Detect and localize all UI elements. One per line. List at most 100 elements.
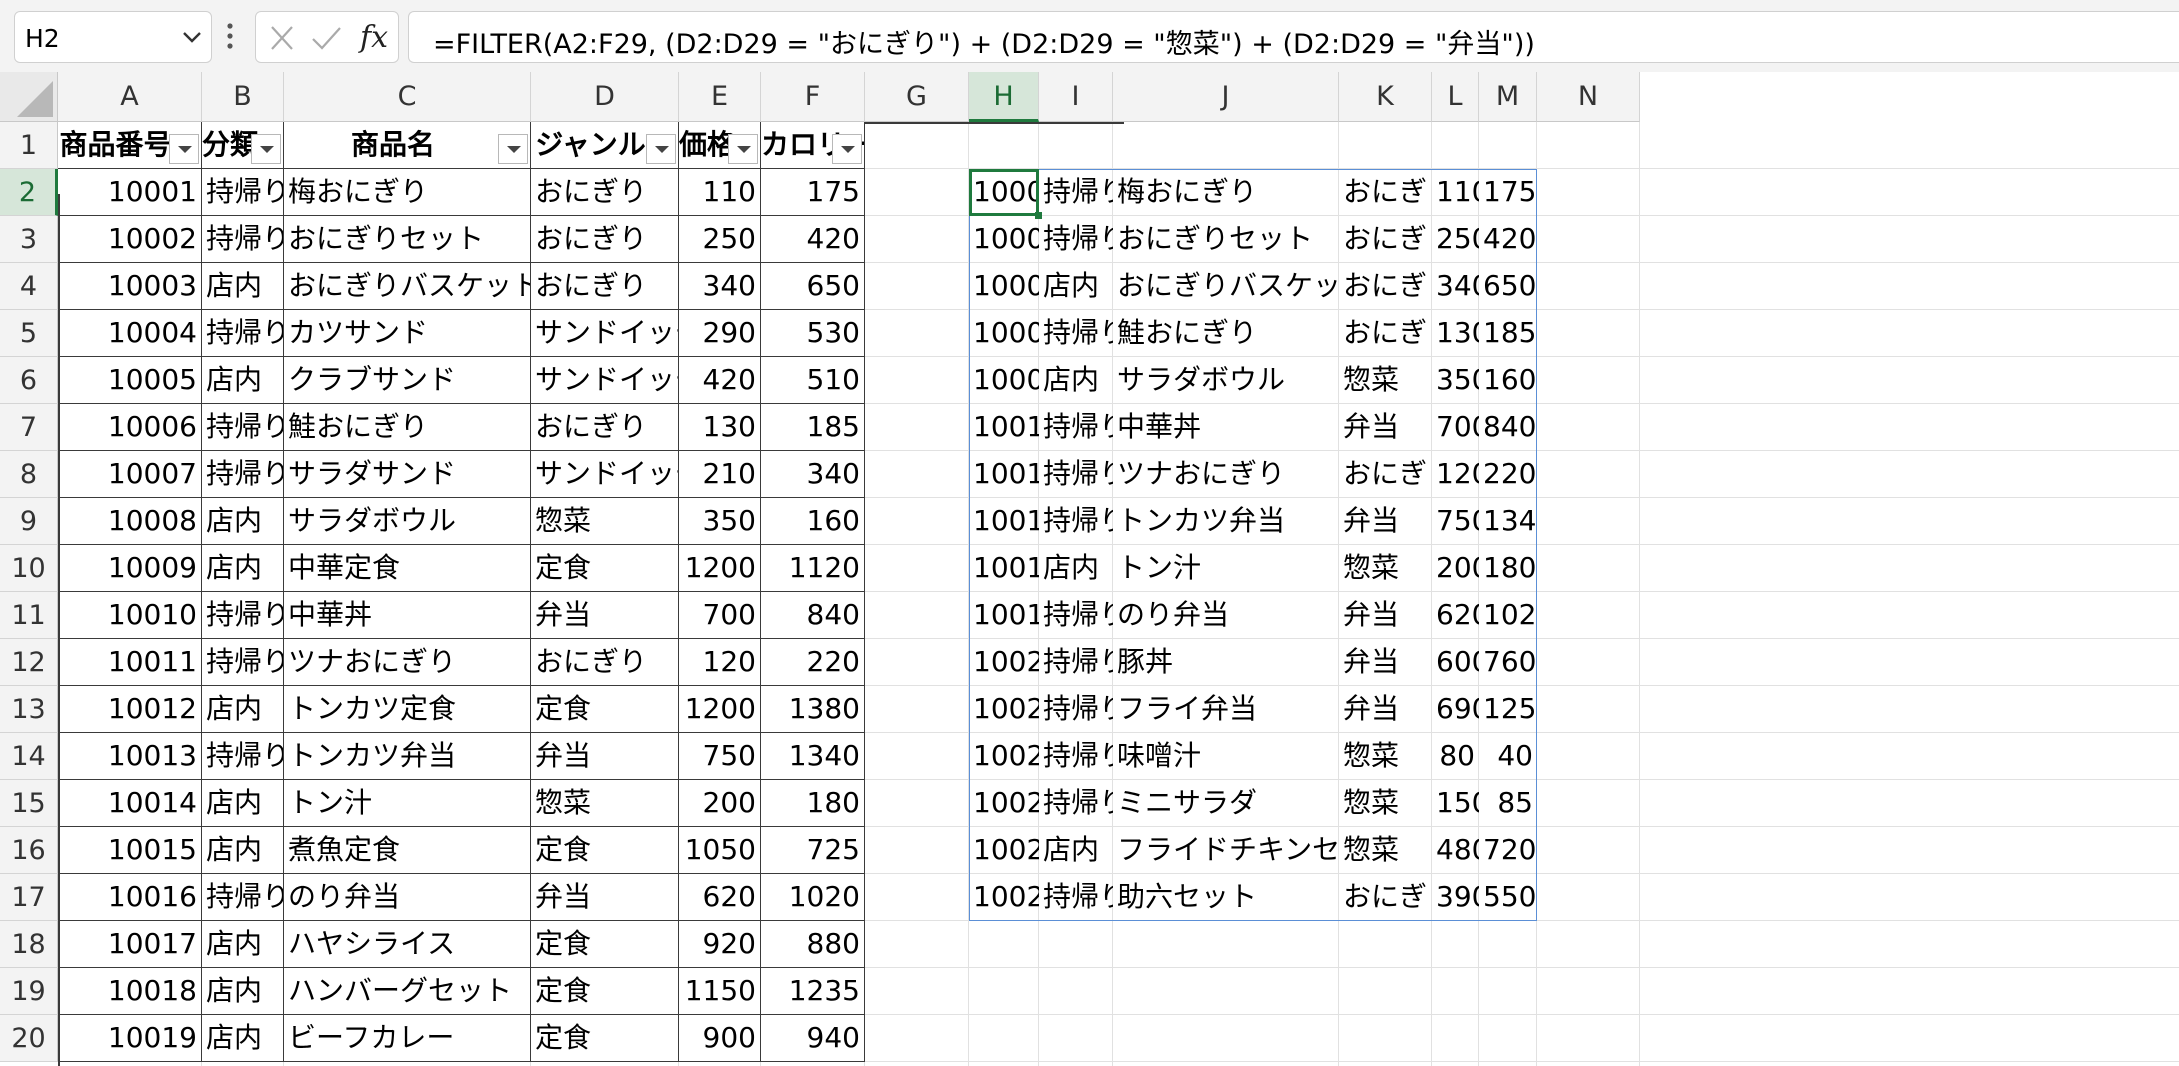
row-header-5[interactable]: 5 <box>0 310 58 357</box>
spill-cell[interactable]: おにぎり <box>1339 263 1432 310</box>
spill-cell[interactable]: 店内 <box>1039 357 1113 404</box>
table-cell[interactable]: ハンバーグセット <box>284 968 531 1015</box>
table-cell[interactable]: 10013 <box>58 733 202 780</box>
table-cell[interactable]: サンドイッチ <box>531 310 679 357</box>
more-vertical-icon[interactable] <box>225 20 235 52</box>
spill-cell[interactable]: 10014 <box>969 545 1039 592</box>
table-cell[interactable]: サンドイッチ <box>531 451 679 498</box>
name-box[interactable]: H2 <box>14 11 212 63</box>
spill-cell[interactable]: 10025 <box>969 780 1039 827</box>
spill-cell[interactable]: 185 <box>1479 310 1537 357</box>
table-cell[interactable]: 530 <box>761 310 865 357</box>
table-cell[interactable]: 持帰り <box>202 733 284 780</box>
table-cell[interactable]: 200 <box>679 780 761 827</box>
table-cell[interactable]: 惣菜 <box>531 780 679 827</box>
row-header-2[interactable]: 2 <box>0 169 58 216</box>
spill-cell[interactable]: 130 <box>1432 310 1479 357</box>
table-cell[interactable]: トン汁 <box>284 780 531 827</box>
table-cell[interactable]: ツナおにぎり <box>284 639 531 686</box>
table-cell[interactable]: 1200 <box>679 545 761 592</box>
spill-cell[interactable]: 110 <box>1432 169 1479 216</box>
table-cell[interactable]: 290 <box>679 310 761 357</box>
table-cell[interactable]: 弁当 <box>531 874 679 921</box>
table-cell[interactable]: 弁当 <box>531 592 679 639</box>
spill-cell[interactable]: 10006 <box>969 310 1039 357</box>
spill-cell[interactable]: 持帰り <box>1039 780 1113 827</box>
table-cell[interactable]: のり弁当 <box>284 874 531 921</box>
table-cell[interactable]: 620 <box>679 874 761 921</box>
spill-cell[interactable]: 持帰り <box>1039 310 1113 357</box>
spill-cell[interactable]: 鮭おにぎり <box>1113 310 1339 357</box>
row-header-16[interactable]: 16 <box>0 827 58 874</box>
table-cell[interactable]: 店内 <box>202 498 284 545</box>
table-cell[interactable]: おにぎり <box>531 639 679 686</box>
table-cell[interactable]: 350 <box>679 498 761 545</box>
spill-cell[interactable]: フライドチキンセット <box>1113 827 1339 874</box>
table-cell[interactable]: 定食 <box>531 827 679 874</box>
column-header-A[interactable]: A <box>58 72 202 122</box>
spill-cell[interactable]: 助六セット <box>1113 874 1339 921</box>
filter-dropdown-button[interactable] <box>498 134 528 164</box>
column-header-D[interactable]: D <box>531 72 679 122</box>
column-header-M[interactable]: M <box>1479 72 1537 122</box>
spill-cell[interactable]: 店内 <box>1039 263 1113 310</box>
spill-cell[interactable]: 720 <box>1479 827 1537 874</box>
spill-cell[interactable]: 味噌汁 <box>1113 733 1339 780</box>
table-cell[interactable]: 10016 <box>58 874 202 921</box>
table-cell[interactable]: 1340 <box>761 733 865 780</box>
check-icon[interactable] <box>310 24 342 52</box>
row-header-4[interactable]: 4 <box>0 263 58 310</box>
table-cell[interactable]: 880 <box>761 921 865 968</box>
spill-cell[interactable]: 600 <box>1432 639 1479 686</box>
spill-cell[interactable]: 豚丼 <box>1113 639 1339 686</box>
spill-cell[interactable]: おにぎり <box>1339 216 1432 263</box>
table-cell[interactable]: 10019 <box>58 1015 202 1062</box>
spill-cell[interactable]: 700 <box>1432 404 1479 451</box>
row-header-20[interactable]: 20 <box>0 1015 58 1062</box>
spill-cell[interactable]: 10002 <box>969 216 1039 263</box>
spill-cell[interactable]: 持帰り <box>1039 451 1113 498</box>
table-cell[interactable]: トンカツ弁当 <box>284 733 531 780</box>
table-cell[interactable]: 持帰り <box>202 639 284 686</box>
table-cell[interactable]: トンカツ定食 <box>284 686 531 733</box>
spill-cell[interactable]: 10021 <box>969 686 1039 733</box>
table-cell[interactable]: 10007 <box>58 451 202 498</box>
table-cell[interactable]: 1020 <box>761 874 865 921</box>
table-cell[interactable]: 中華定食 <box>284 545 531 592</box>
table-cell[interactable]: 持帰り <box>202 310 284 357</box>
spill-cell[interactable]: 120 <box>1432 451 1479 498</box>
table-cell[interactable]: 210 <box>679 451 761 498</box>
filter-dropdown-button[interactable] <box>728 134 758 164</box>
table-cell[interactable]: 持帰り <box>202 592 284 639</box>
table-cell[interactable]: 725 <box>761 827 865 874</box>
table-cell[interactable]: 鮭おにぎり <box>284 404 531 451</box>
spill-cell[interactable]: フライ弁当 <box>1113 686 1339 733</box>
table-cell[interactable]: 煮魚定食 <box>284 827 531 874</box>
table-cell[interactable]: おにぎりバスケット <box>284 263 531 310</box>
table-cell[interactable]: 店内 <box>202 921 284 968</box>
column-header-L[interactable]: L <box>1432 72 1479 122</box>
spill-cell[interactable]: 弁当 <box>1339 404 1432 451</box>
spill-cell[interactable]: 480 <box>1432 827 1479 874</box>
table-cell[interactable]: サンドイッチ <box>531 357 679 404</box>
column-header-B[interactable]: B <box>202 72 284 122</box>
table-cell[interactable]: 700 <box>679 592 761 639</box>
spill-cell[interactable]: 惣菜 <box>1339 780 1432 827</box>
table-cell[interactable]: 店内 <box>202 827 284 874</box>
spill-cell[interactable]: 250 <box>1432 216 1479 263</box>
table-cell[interactable]: 10014 <box>58 780 202 827</box>
spill-cell[interactable]: ミニサラダ <box>1113 780 1339 827</box>
table-cell[interactable]: 1050 <box>679 827 761 874</box>
spill-cell[interactable]: 10008 <box>969 357 1039 404</box>
spill-cell[interactable]: 1340 <box>1479 498 1537 545</box>
table-cell[interactable]: 惣菜 <box>531 498 679 545</box>
table-cell[interactable]: 130 <box>679 404 761 451</box>
spill-cell[interactable]: 650 <box>1479 263 1537 310</box>
column-header-J[interactable]: J <box>1113 72 1339 122</box>
table-cell[interactable]: 弁当 <box>531 733 679 780</box>
table-cell[interactable]: 900 <box>679 1015 761 1062</box>
table-cell[interactable]: 10002 <box>58 216 202 263</box>
spill-cell[interactable]: 持帰り <box>1039 874 1113 921</box>
table-cell[interactable]: 1200 <box>679 686 761 733</box>
table-cell[interactable]: 定食 <box>531 968 679 1015</box>
